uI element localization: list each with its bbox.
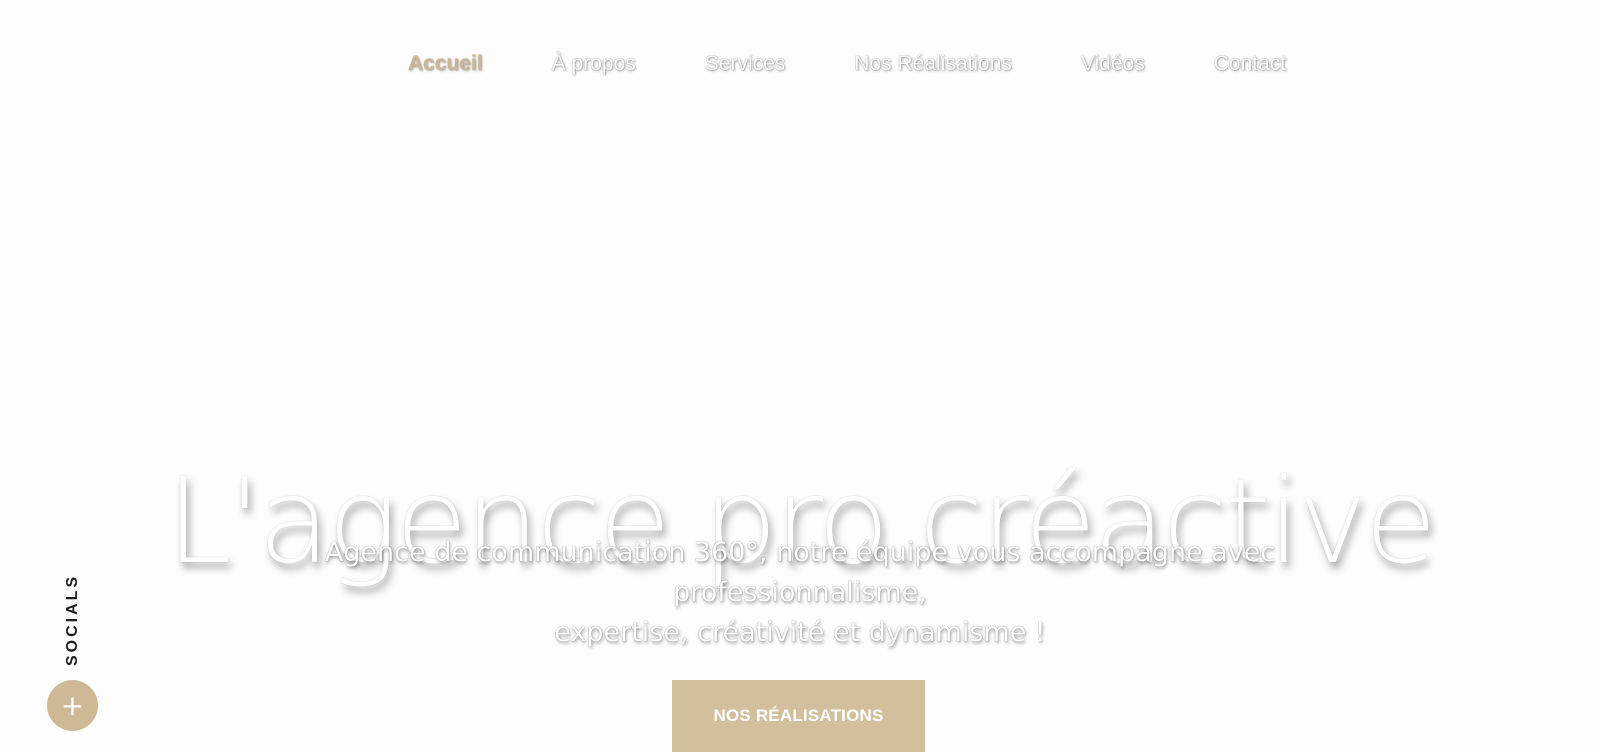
nav-item-videos[interactable]: Vidéos — [1081, 52, 1145, 76]
plus-icon: + — [60, 689, 85, 722]
nav-item-services[interactable]: Services — [705, 52, 786, 76]
main-nav: Accueil À propos Services Nos Réalisatio… — [408, 44, 1286, 84]
nav-item-contact[interactable]: Contact — [1214, 52, 1286, 76]
page: Accueil À propos Services Nos Réalisatio… — [0, 0, 1600, 752]
nav-item-nos-realisations[interactable]: Nos Réalisations — [854, 52, 1012, 76]
nav-item-a-propos[interactable]: À propos — [552, 52, 636, 76]
hero-subtitle-line-2: expertise, créativité et dynamisme ! — [554, 617, 1046, 648]
hero-subtitle: Agence de communication 360°, notre équi… — [200, 533, 1400, 653]
socials-label: SOCIALS — [64, 573, 81, 667]
nos-realisations-button[interactable]: NOS RÉALISATIONS — [672, 680, 925, 752]
socials-toggle-button[interactable]: + — [47, 680, 98, 731]
hero-subtitle-line-1: Agence de communication 360°, notre équi… — [324, 537, 1276, 608]
nav-item-accueil[interactable]: Accueil — [408, 52, 483, 76]
